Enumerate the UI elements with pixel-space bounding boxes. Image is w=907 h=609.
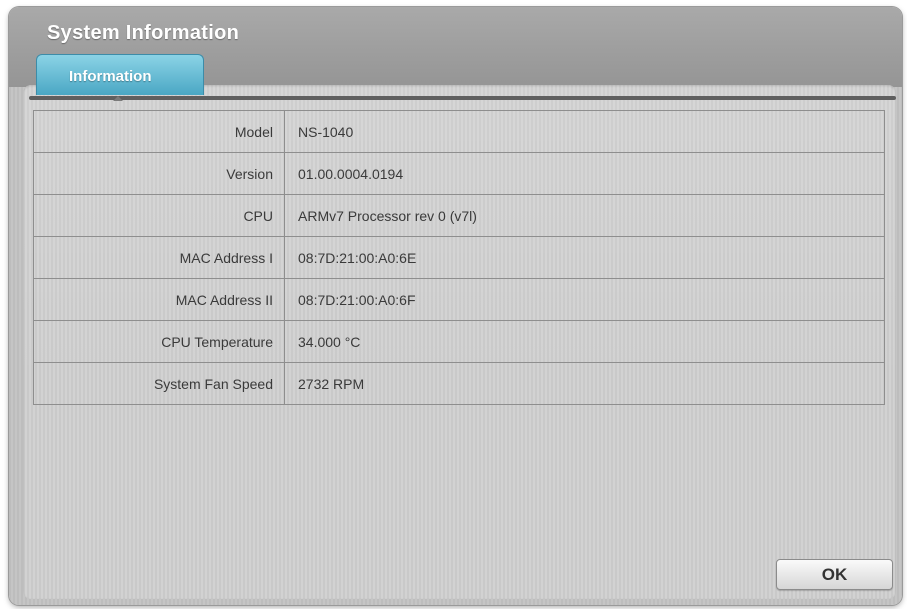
row-label-model: Model xyxy=(33,110,285,153)
dialog-title: System Information xyxy=(47,22,240,44)
system-information-dialog: System Information Information Model NS-… xyxy=(9,7,902,605)
row-label-mac-address-1: MAC Address I xyxy=(33,236,285,279)
tab-information[interactable]: Information xyxy=(36,54,204,95)
row-label-cpu: CPU xyxy=(33,194,285,237)
table-row: CPU Temperature 34.000 °C xyxy=(33,320,885,363)
active-tab-indicator xyxy=(113,96,123,101)
row-value-mac-address-2: 08:7D:21:00:A0:6F xyxy=(284,278,885,321)
row-value-model: NS-1040 xyxy=(284,110,885,153)
row-label-cpu-temperature: CPU Temperature xyxy=(33,320,285,363)
info-table: Model NS-1040 Version 01.00.0004.0194 CP… xyxy=(33,110,885,405)
row-label-version: Version xyxy=(33,152,285,195)
row-label-system-fan-speed: System Fan Speed xyxy=(33,362,285,405)
ok-button[interactable]: OK xyxy=(776,559,893,590)
table-row: System Fan Speed 2732 RPM xyxy=(33,362,885,405)
tab-underline xyxy=(29,96,896,100)
row-value-system-fan-speed: 2732 RPM xyxy=(284,362,885,405)
row-value-cpu: ARMv7 Processor rev 0 (v7l) xyxy=(284,194,885,237)
table-row: Model NS-1040 xyxy=(33,110,885,153)
table-row: CPU ARMv7 Processor rev 0 (v7l) xyxy=(33,194,885,237)
row-value-mac-address-1: 08:7D:21:00:A0:6E xyxy=(284,236,885,279)
table-row: MAC Address I 08:7D:21:00:A0:6E xyxy=(33,236,885,279)
row-value-cpu-temperature: 34.000 °C xyxy=(284,320,885,363)
table-row: MAC Address II 08:7D:21:00:A0:6F xyxy=(33,278,885,321)
tab-information-label: Information xyxy=(69,68,152,85)
table-row: Version 01.00.0004.0194 xyxy=(33,152,885,195)
row-value-version: 01.00.0004.0194 xyxy=(284,152,885,195)
row-label-mac-address-2: MAC Address II xyxy=(33,278,285,321)
